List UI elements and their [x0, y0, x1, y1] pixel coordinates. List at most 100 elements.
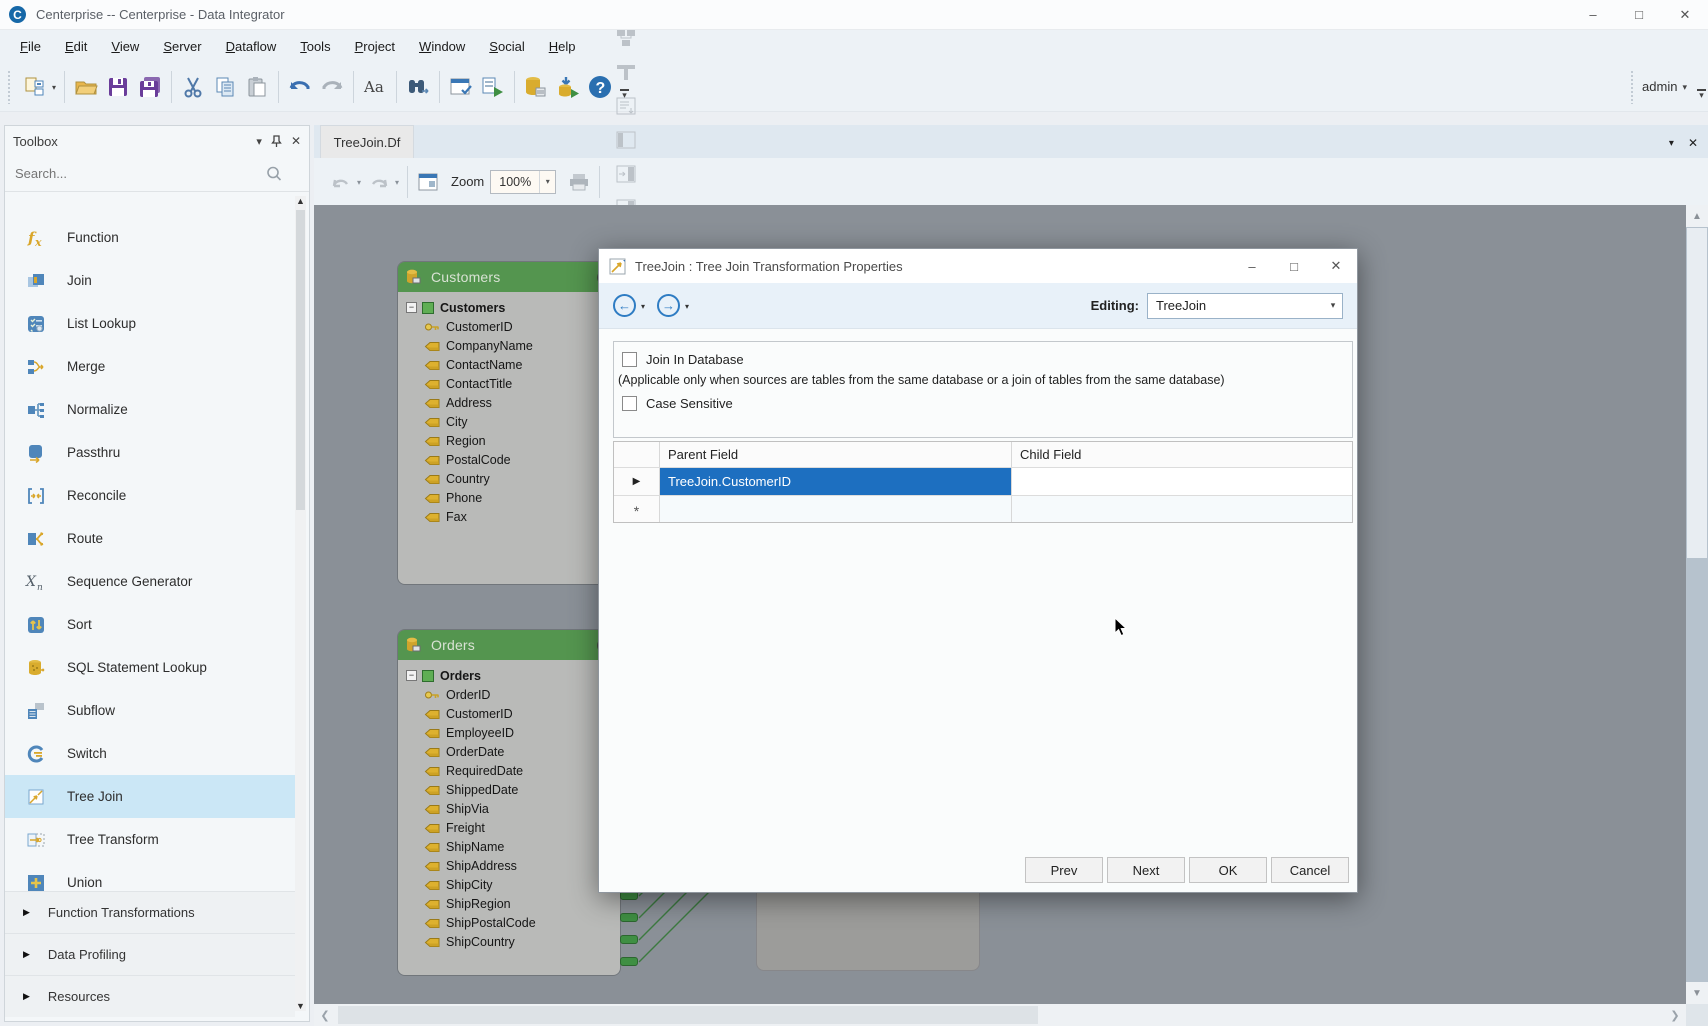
menu-dataflow[interactable]: Dataflow: [214, 34, 289, 59]
chevron-down-icon[interactable]: ▾: [1682, 82, 1687, 93]
shift-left-button[interactable]: [611, 157, 641, 191]
open-folder-icon[interactable]: [70, 69, 102, 105]
chevron-down-icon[interactable]: ▾: [641, 302, 645, 311]
cancel-button[interactable]: Cancel: [1271, 857, 1349, 883]
output-port[interactable]: [620, 957, 638, 966]
field-row-phone[interactable]: Phone: [406, 488, 620, 507]
menu-tools[interactable]: Tools: [288, 34, 342, 59]
canvas-horizontal-scrollbar[interactable]: ❮ ❯: [314, 1004, 1686, 1026]
expand-panel-button[interactable]: [611, 123, 641, 157]
find-icon[interactable]: [402, 69, 434, 105]
print-button[interactable]: [564, 165, 594, 199]
tree-root-row[interactable]: −Orders: [406, 666, 620, 685]
font-icon[interactable]: Aa: [359, 69, 391, 105]
toolbox-item-tree-transform[interactable]: Tree Transform: [5, 818, 295, 861]
scroll-up-icon[interactable]: ▲: [295, 196, 306, 206]
scroll-down-icon[interactable]: ▼: [295, 1001, 306, 1011]
join-in-database-checkbox[interactable]: [622, 352, 637, 367]
output-port[interactable]: [620, 913, 638, 922]
chevron-down-icon[interactable]: ▾: [357, 178, 361, 187]
parent-field-cell[interactable]: [660, 496, 1012, 522]
field-row-shipvia[interactable]: ShipVia: [406, 799, 620, 818]
maximize-icon[interactable]: □: [1616, 0, 1662, 29]
close-icon[interactable]: ✕: [1662, 0, 1708, 29]
toolbox-item-sequence-generator[interactable]: XnSequence Generator: [5, 560, 295, 603]
tree-root-row[interactable]: −Customers: [406, 298, 620, 317]
menu-window[interactable]: Window: [407, 34, 477, 59]
toolbox-section-resources[interactable]: ▶Resources: [5, 975, 295, 1017]
toolbox-item-tree-join[interactable]: Tree Join: [5, 775, 295, 818]
tab-list-chevron-icon[interactable]: ▾: [1669, 138, 1674, 149]
scrollbar-thumb[interactable]: [338, 1006, 1038, 1024]
scroll-down-icon[interactable]: ▼: [1686, 982, 1708, 1004]
scroll-up-icon[interactable]: ▲: [1686, 205, 1708, 227]
field-row-fax[interactable]: Fax: [406, 507, 620, 526]
collapse-expander-icon[interactable]: −: [406, 302, 417, 313]
paste-icon[interactable]: [241, 69, 273, 105]
scroll-left-icon[interactable]: ❮: [314, 1004, 336, 1026]
auto-layout-button[interactable]: [413, 165, 443, 199]
toolbox-section-data-profiling[interactable]: ▶Data Profiling: [5, 933, 295, 975]
toolbox-item-route[interactable]: Route: [5, 517, 295, 560]
field-row-customerid[interactable]: CustomerID: [406, 704, 620, 723]
chevron-down-icon[interactable]: ▾: [685, 302, 689, 311]
field-row-address[interactable]: Address: [406, 393, 620, 412]
column-header[interactable]: Child Field: [1012, 442, 1352, 467]
toolbox-item-normalize[interactable]: Normalize: [5, 388, 295, 431]
field-row-shippeddate[interactable]: ShippedDate: [406, 780, 620, 799]
close-document-icon[interactable]: ✕: [1688, 136, 1698, 150]
toolbox-item-sql-statement-lookup[interactable]: SQL Statement Lookup: [5, 646, 295, 689]
grid-row-new[interactable]: *: [614, 496, 1352, 522]
toolbox-item-function[interactable]: fxFunction: [5, 216, 295, 259]
database-run-icon[interactable]: [552, 69, 584, 105]
validate-window-icon[interactable]: [445, 69, 477, 105]
toolbar-overflow-icon[interactable]: ▾: [1697, 89, 1706, 98]
scroll-right-icon[interactable]: ❯: [1664, 1004, 1686, 1026]
field-row-freight[interactable]: Freight: [406, 818, 620, 837]
save-all-icon[interactable]: [134, 69, 166, 105]
minimize-icon[interactable]: –: [1570, 0, 1616, 29]
toolbox-item-switch[interactable]: Switch: [5, 732, 295, 775]
field-row-shipregion[interactable]: ShipRegion: [406, 894, 620, 913]
toolbox-scrollbar[interactable]: ▲ ▼: [295, 196, 306, 1011]
source-node-customers[interactable]: Customers −CustomersCustomerIDCompanyNam…: [398, 262, 620, 584]
field-row-shippostalcode[interactable]: ShipPostalCode: [406, 913, 620, 932]
field-row-city[interactable]: City: [406, 412, 620, 431]
node-header[interactable]: Customers: [398, 262, 620, 292]
scrollbar-thumb[interactable]: [296, 210, 305, 510]
search-input[interactable]: [15, 166, 265, 181]
preview-window-icon[interactable]: [477, 69, 509, 105]
maximize-icon[interactable]: □: [1273, 250, 1315, 282]
field-row-companyname[interactable]: CompanyName: [406, 336, 620, 355]
close-icon[interactable]: ✕: [1315, 250, 1357, 282]
pin-icon[interactable]: [271, 135, 282, 148]
toolbox-item-list-lookup[interactable]: List Lookup: [5, 302, 295, 345]
canvas-vertical-scrollbar[interactable]: ▲ ▼: [1686, 205, 1708, 1004]
tab-treejoin[interactable]: TreeJoin.Df: [320, 125, 414, 158]
menu-file[interactable]: File: [8, 34, 53, 59]
field-row-customerid[interactable]: CustomerID: [406, 317, 620, 336]
field-row-region[interactable]: Region: [406, 431, 620, 450]
back-icon[interactable]: ←: [613, 294, 636, 317]
menu-social[interactable]: Social: [477, 34, 536, 59]
forward-icon[interactable]: →: [657, 294, 680, 317]
chevron-down-icon[interactable]: ▾: [52, 83, 56, 92]
field-row-requireddate[interactable]: RequiredDate: [406, 761, 620, 780]
field-row-orderdate[interactable]: OrderDate: [406, 742, 620, 761]
toolbox-item-passthru[interactable]: Passthru: [5, 431, 295, 474]
collapse-expander-icon[interactable]: −: [406, 670, 417, 681]
menu-server[interactable]: Server: [151, 34, 213, 59]
minimize-icon[interactable]: –: [1231, 250, 1273, 282]
field-row-shipcountry[interactable]: ShipCountry: [406, 932, 620, 951]
menu-view[interactable]: View: [99, 34, 151, 59]
field-row-shipname[interactable]: ShipName: [406, 837, 620, 856]
toolbox-item-subflow[interactable]: Subflow: [5, 689, 295, 732]
field-row-postalcode[interactable]: PostalCode: [406, 450, 620, 469]
output-port[interactable]: [620, 935, 638, 944]
toolbar-grip[interactable]: [7, 70, 12, 104]
menu-edit[interactable]: Edit: [53, 34, 99, 59]
dialog-titlebar[interactable]: TreeJoin : Tree Join Transformation Prop…: [599, 249, 1357, 283]
scrollbar-thumb[interactable]: [1687, 228, 1707, 558]
toolbar-grip[interactable]: [1630, 70, 1635, 104]
layout-hierarchy-button[interactable]: [611, 55, 641, 89]
